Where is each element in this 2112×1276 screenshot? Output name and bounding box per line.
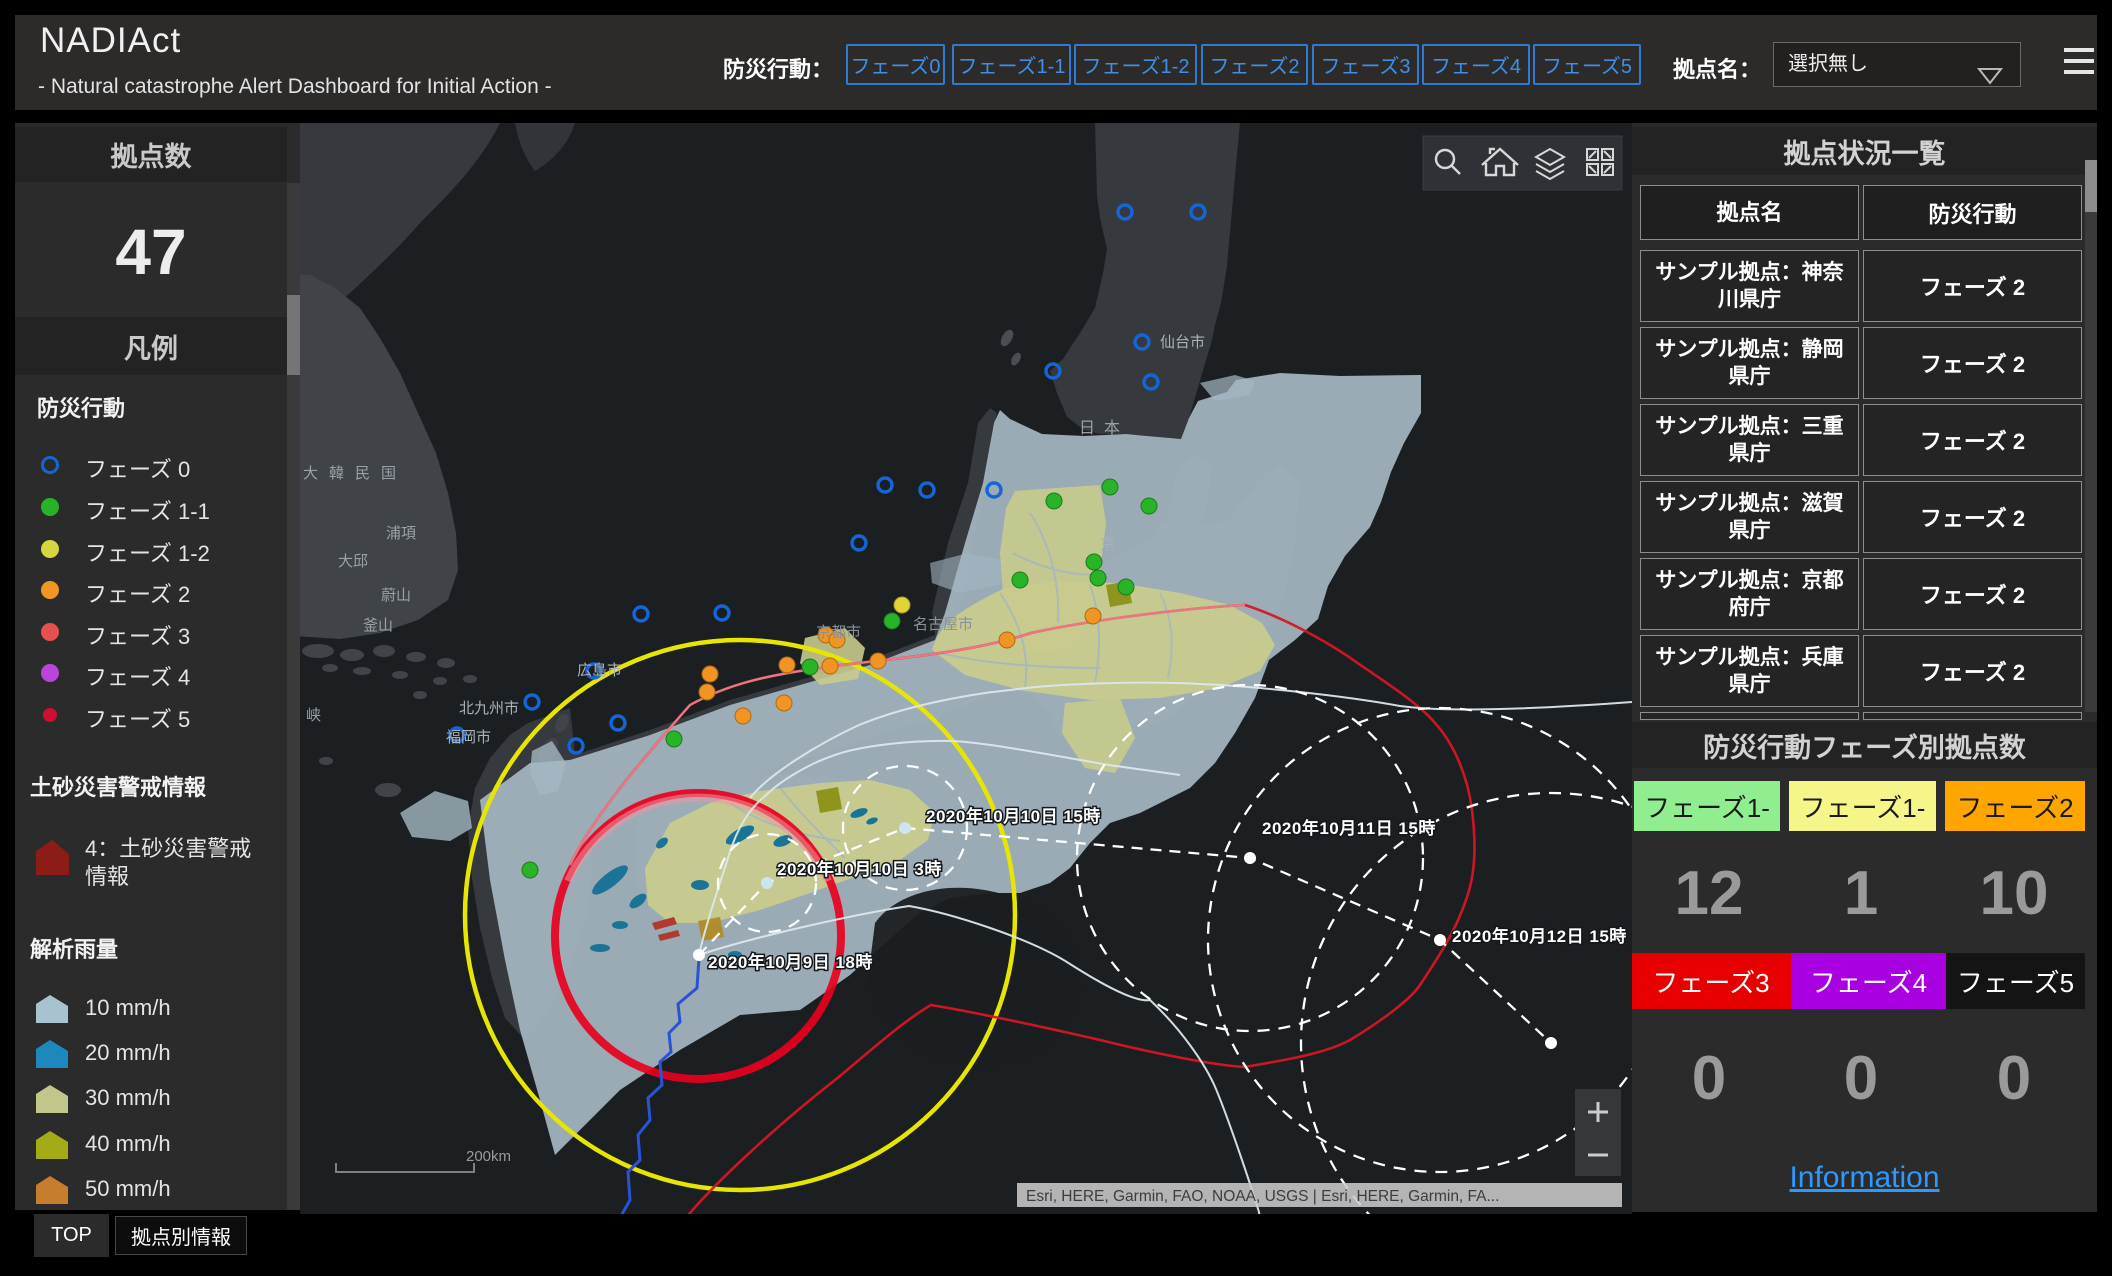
- svg-text:200km: 200km: [466, 1148, 511, 1165]
- svg-text:日本: 日本: [1079, 419, 1129, 437]
- svg-text:2020年10月9日 18時: 2020年10月9日 18時: [708, 952, 873, 972]
- svg-text:2020年10月10日 3時: 2020年10月10日 3時: [777, 859, 942, 879]
- svg-text:浦項: 浦項: [386, 525, 416, 542]
- svg-text:Esri, HERE, Garmin, FAO, NOAA,: Esri, HERE, Garmin, FAO, NOAA, USGS | Es…: [1026, 1188, 1499, 1205]
- svg-text:2020年10月11日 15時: 2020年10月11日 15時: [1262, 818, 1436, 838]
- svg-text:大邱: 大邱: [338, 553, 368, 570]
- svg-text:京都市: 京都市: [816, 624, 861, 641]
- svg-text:北九州市: 北九州市: [459, 700, 519, 717]
- svg-text:釜山: 釜山: [363, 617, 393, 634]
- svg-text:2020年10月12日 15時: 2020年10月12日 15時: [1452, 926, 1627, 946]
- svg-text:福岡市: 福岡市: [446, 729, 491, 746]
- svg-text:広島市: 広島市: [577, 662, 622, 679]
- svg-text:京: 京: [1100, 536, 1115, 553]
- svg-text:名古屋市: 名古屋市: [913, 616, 973, 633]
- svg-text:大韓民国: 大韓民国: [303, 465, 407, 482]
- svg-text:仙台市: 仙台市: [1160, 334, 1205, 351]
- svg-text:2020年10月10日 15時: 2020年10月10日 15時: [926, 806, 1101, 826]
- svg-text:蔚山: 蔚山: [381, 587, 411, 604]
- svg-text:峡: 峡: [306, 707, 321, 724]
